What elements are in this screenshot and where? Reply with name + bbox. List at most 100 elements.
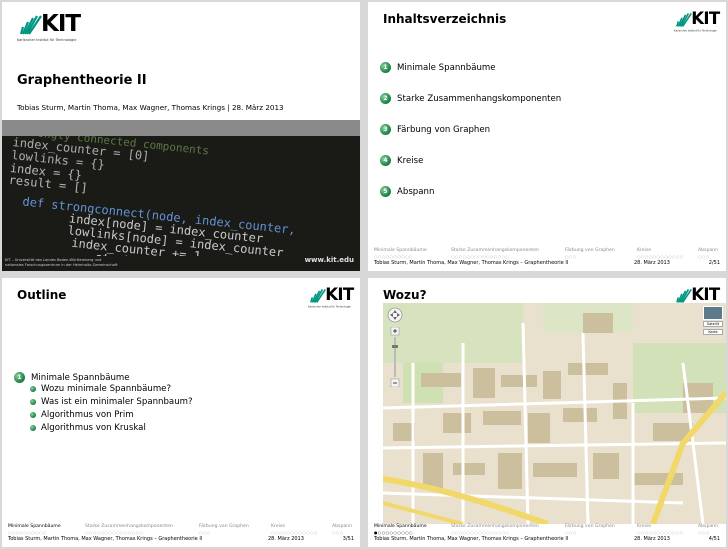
outline-slide: Outline KIT Karlsruher Institut für Tech… [2,278,360,547]
kit-logo: KIT Karlsruher Institut für Technologie [308,285,354,310]
footer-page-number: 4/51 [708,536,720,542]
outline-subsection-1[interactable]: Wozu minimale Spannbäume? [30,384,171,394]
footer-navigation: Minimale Spannbäume Starke Zusammenhangs… [2,523,360,547]
footer-authors: Tobias Sturm, Martin Thoma, Max Wagner, … [8,536,203,542]
kit-logo-subtitle: Karlsruher Institut für Technologie [308,305,351,309]
outline-subsection-label: Algorithmus von Prim [41,410,134,420]
bullet-ball-icon [30,425,36,431]
toc-item-label: Färbung von Graphen [397,124,491,135]
footer-date: 28. März 2013 [634,260,670,266]
section-number-ball: 1 [14,372,25,383]
nav-dots-3[interactable]: ○○○ [199,530,211,535]
outline-subsection-2[interactable]: Was ist ein minimaler Spannbaum? [30,397,193,407]
map-pan-control-icon[interactable] [387,307,403,323]
outline-section-1[interactable]: 1 Minimale Spannbäume [14,372,130,383]
kit-logo-subtitle: Karlsruher Institut für Technologie [17,38,77,42]
footer-navigation: Minimale Spannbäume Starke Zusammenhangs… [368,523,726,547]
nav-section-2[interactable]: Starke Zusammenhangskomponenten [451,524,539,529]
bullet-ball-icon [30,399,36,405]
nav-dots-5[interactable]: ○○○ [332,530,344,535]
nav-section-5[interactable]: Abspann [332,524,352,529]
code-background-image: strongly connected components index_count… [2,136,360,256]
kit-logo-word: KIT [691,285,720,305]
kit-logo-mark-icon [310,289,326,303]
nav-section-2[interactable]: Starke Zusammenhangskomponenten [85,524,173,529]
code-image-svg: strongly connected componentsindex_count… [8,136,296,256]
title-footer: KIT – Universität des Landes Baden-Württ… [2,256,360,271]
nav-section-3[interactable]: Färbung von Graphen [199,524,249,529]
kit-logo-mark-icon [676,289,692,303]
slide-title: Outline [17,288,67,302]
toc-item-4[interactable]: 4 Kreise [380,155,423,166]
section-number-ball: 2 [380,93,391,104]
toc-item-label: Abspann [397,186,435,197]
outline-subsection-3[interactable]: Algorithmus von Prim [30,410,134,420]
nav-section-1[interactable]: Minimale Spannbäume [8,524,61,529]
toc-item-3[interactable]: 3 Färbung von Graphen [380,124,490,135]
nav-dots-4[interactable]: ○○○○○○○○○○○○ [637,254,684,259]
footer-authors: Tobias Sturm, Martin Thoma, Max Wagner, … [374,260,569,266]
toc-item-label: Starke Zusammenhangskomponenten [397,93,562,104]
toc-item-1[interactable]: 1 Minimale Spannbäume [380,62,496,73]
footer-institution: KIT – Universität des Landes Baden-Württ… [5,258,118,268]
nav-dots-2[interactable]: ○○○○○○○○○○○○○○○ [451,254,509,259]
nav-dots-5[interactable]: ○○○ [698,254,710,259]
footer-date: 28. März 2013 [634,536,670,542]
presentation-title: Graphentheorie II [17,73,147,88]
nav-dots-4[interactable]: ○○○○○○○○○○○○ [637,530,684,535]
nav-dots-5[interactable]: ○○○ [698,530,710,535]
outline-subsection-label: Wozu minimale Spannbäume? [41,384,172,394]
bullet-ball-icon [30,386,36,392]
nav-section-4[interactable]: Kreise [637,248,651,253]
nav-section-5[interactable]: Abspann [698,248,718,253]
nav-section-3[interactable]: Färbung von Graphen [565,524,615,529]
footer-authors: Tobias Sturm, Martin Thoma, Max Wagner, … [374,536,569,542]
nav-section-5[interactable]: Abspann [698,524,718,529]
nav-section-3[interactable]: Färbung von Graphen [565,248,615,253]
kit-logo-word: KIT [325,285,354,305]
footer-line-2: nationales Forschungszentrum in der Helm… [5,263,118,267]
nav-dots-2[interactable]: ○○○○○○○○○○○○○○○ [451,530,509,535]
outline-subsection-label: Algorithmus von Kruskal [41,423,146,433]
kit-logo: KIT Karlsruher Institut für Technologie [17,11,81,44]
nav-dots-1[interactable]: ○○○○○○○○○○ [374,254,413,259]
outline-subsection-4[interactable]: Algorithmus von Kruskal [30,423,146,433]
map-type-satellite-button[interactable]: Satellit [703,321,723,327]
title-slide: KIT Karlsruher Institut für Technologie … [2,2,360,271]
toc-item-5[interactable]: 5 Abspann [380,186,434,197]
kit-logo-word: KIT [41,11,81,37]
nav-dots-2[interactable]: ○○○○○○○○○○○○○○○ [85,530,143,535]
bullet-ball-icon [30,412,36,418]
section-number-ball: 1 [380,62,391,73]
kit-logo-word: KIT [691,9,720,29]
nav-dots-4[interactable]: ○○○○○○○○○○○○ [271,530,318,535]
nav-section-4[interactable]: Kreise [271,524,285,529]
map-type-map-button[interactable]: Karte [703,329,723,335]
nav-section-4[interactable]: Kreise [637,524,651,529]
nav-dots-3[interactable]: ○○○ [565,254,577,259]
nav-section-1[interactable]: Minimale Spannbäume [374,248,427,253]
nav-section-2[interactable]: Starke Zusammenhangskomponenten [451,248,539,253]
map-satellite-thumbnail[interactable] [703,306,723,320]
map-image-svg [383,303,726,524]
section-number-ball: 4 [380,155,391,166]
campus-map[interactable]: Satellit Karte [383,303,726,524]
toc-item-label: Minimale Spannbäume [397,62,496,73]
nav-dots-3[interactable]: ○○○ [565,530,577,535]
outline-subsection-label: Was ist ein minimaler Spannbaum? [41,397,193,407]
kit-logo-mark-icon [676,13,692,27]
slide-title: Wozu? [383,288,427,302]
map-zoom-slider-icon[interactable] [390,327,400,387]
toc-item-2[interactable]: 2 Starke Zusammenhangskomponenten [380,93,561,104]
nav-dots-1[interactable]: ●○○○○○○○○○ [374,530,413,535]
nav-dots-1[interactable]: ○○○○○○○○○○ [8,530,47,535]
title-divider-bar [2,120,360,136]
toc-slide: Inhaltsverzeichnis KIT Karlsruher Instit… [368,2,726,271]
footer-url[interactable]: www.kit.edu [305,256,354,264]
section-number-ball: 3 [380,124,391,135]
footer-page-number: 3/51 [342,536,354,542]
kit-logo: KIT Karlsruher Institut für Technologie [674,9,720,34]
section-number-ball: 5 [380,186,391,197]
footer-date: 28. März 2013 [268,536,304,542]
nav-section-1[interactable]: Minimale Spannbäume [374,524,427,529]
